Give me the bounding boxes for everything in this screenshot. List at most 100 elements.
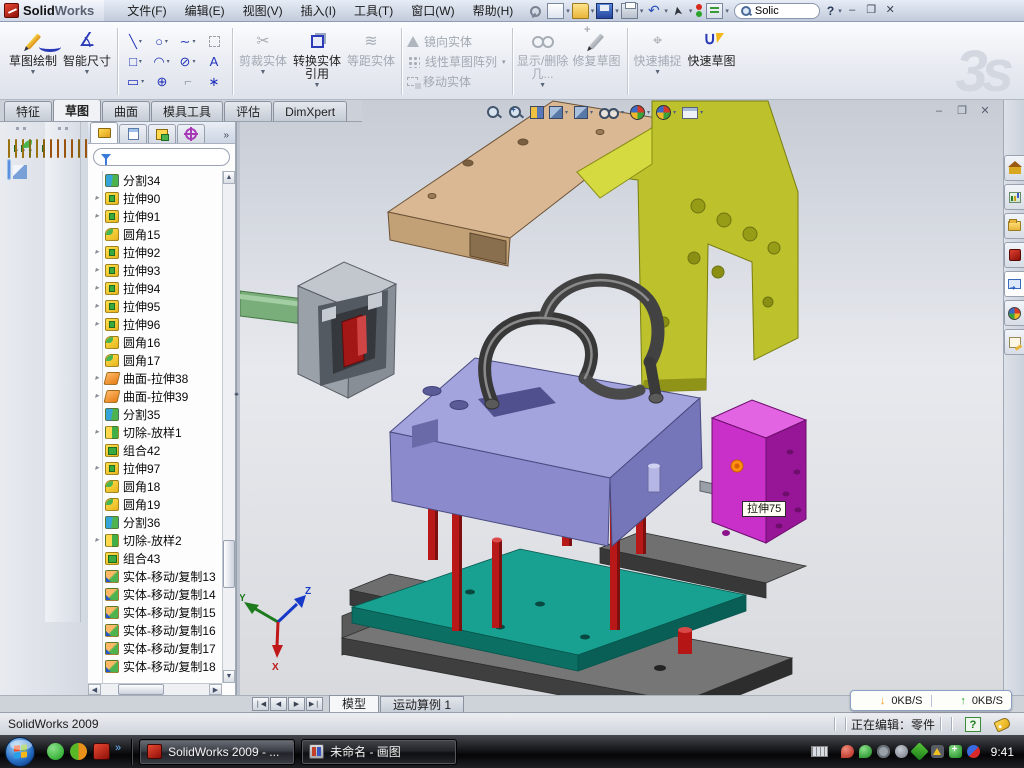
tray-settings-icon[interactable] bbox=[877, 745, 890, 758]
select-button[interactable]: ➤ bbox=[669, 1, 688, 21]
motion-study-tab[interactable]: 运动算例 1 bbox=[380, 696, 464, 712]
menu-insert[interactable]: 插入(I) bbox=[292, 0, 345, 21]
print-button[interactable] bbox=[621, 3, 638, 19]
quick-tips-button[interactable]: ? bbox=[965, 717, 981, 732]
section-view-button[interactable] bbox=[530, 106, 544, 119]
hide-show-items-button[interactable]: ▾ bbox=[599, 107, 625, 119]
tray-sync-icon[interactable] bbox=[967, 745, 980, 758]
tree-item[interactable]: 曲面-拉伸38 bbox=[88, 369, 222, 387]
undo-button[interactable]: ↶ bbox=[645, 3, 662, 19]
menu-edit[interactable]: 编辑(E) bbox=[176, 0, 234, 21]
move-entities-button[interactable]: 移动实体 bbox=[407, 73, 497, 90]
line-tool-button[interactable]: ╲▾ bbox=[123, 32, 149, 52]
first-tab-button[interactable]: ❘◀ bbox=[252, 697, 269, 711]
tree-item[interactable]: 拉伸92 bbox=[88, 243, 222, 261]
menu-file[interactable]: 文件(F) bbox=[118, 0, 175, 21]
quick-launch-solidworks-icon[interactable] bbox=[93, 743, 110, 760]
shell-tool-icon[interactable] bbox=[36, 139, 38, 158]
text-tool-button[interactable]: A bbox=[201, 52, 227, 72]
scroll-up-button[interactable]: ▲ bbox=[223, 171, 235, 184]
file-explorer-tab[interactable] bbox=[1004, 271, 1024, 297]
offset-entities-button[interactable]: ≋ 等距实体 bbox=[344, 24, 398, 99]
help-dropdown[interactable]: ▾ bbox=[838, 7, 842, 15]
polygon-tool-button[interactable]: ⊕ bbox=[149, 72, 175, 92]
tree-horizontal-scrollbar[interactable]: ◀ ▶ bbox=[88, 683, 222, 695]
tray-health-icon[interactable] bbox=[949, 745, 962, 758]
model-tab[interactable]: 模型 bbox=[329, 695, 379, 712]
view-settings-button[interactable]: ▾ bbox=[682, 107, 704, 119]
trim-entities-button[interactable]: ✂ 剪裁实体 ▼ bbox=[236, 24, 290, 99]
slot-tool-button[interactable]: ▭▾ bbox=[123, 72, 149, 92]
tree-item[interactable]: 圆角19 bbox=[88, 495, 222, 513]
tree-item[interactable]: 实体-移动/复制18 bbox=[88, 657, 222, 675]
open-button[interactable] bbox=[572, 3, 589, 19]
apply-scene-button[interactable]: ▾ bbox=[656, 105, 677, 120]
arc-tool-button[interactable]: ◠▾ bbox=[149, 52, 175, 72]
display-style-button[interactable]: ▾ bbox=[574, 106, 594, 119]
tree-item[interactable]: 实体-移动/复制14 bbox=[88, 585, 222, 603]
revolved-surface-tool-icon[interactable] bbox=[57, 139, 59, 158]
zoom-area-button[interactable]: + bbox=[508, 105, 525, 120]
input-method-icon[interactable] bbox=[811, 746, 828, 757]
menu-view[interactable]: 视图(V) bbox=[234, 0, 292, 21]
scroll-left-button[interactable]: ◀ bbox=[88, 684, 101, 695]
tree-item[interactable]: 拉伸94 bbox=[88, 279, 222, 297]
tree-item[interactable]: 分割34 bbox=[88, 171, 222, 189]
tab-evaluate[interactable]: 评估 bbox=[224, 101, 272, 121]
boundary-surface-tool-icon[interactable] bbox=[78, 139, 80, 158]
tree-item[interactable]: 实体-移动/复制15 bbox=[88, 603, 222, 621]
custom-properties-tab[interactable] bbox=[1004, 329, 1024, 355]
quick-snaps-button[interactable]: ⌖ 快速捕捉 ▼ bbox=[631, 24, 685, 99]
search-icon[interactable] bbox=[740, 5, 752, 17]
scroll-right-button[interactable]: ▶ bbox=[209, 684, 222, 695]
smart-dimension-dropdown[interactable]: ▼ bbox=[84, 69, 91, 77]
trim-dropdown[interactable]: ▼ bbox=[260, 69, 267, 77]
tree-item[interactable]: 拉伸96 bbox=[88, 315, 222, 333]
offset-surface-tool-icon[interactable] bbox=[85, 139, 87, 158]
tree-item[interactable]: 拉伸91 bbox=[88, 207, 222, 225]
tray-volume-icon[interactable] bbox=[895, 745, 908, 758]
tree-item[interactable]: 圆角18 bbox=[88, 477, 222, 495]
spline-tool-button[interactable]: ∼▾ bbox=[175, 32, 201, 52]
start-button[interactable] bbox=[5, 737, 35, 767]
graphics-viewport[interactable]: Y Z X + ▾ ▾ ▾ ▾ ▾ ▾ – ❐ ✕ 拉伸75 bbox=[240, 100, 1003, 695]
doc-restore-button[interactable]: ❐ bbox=[952, 104, 972, 119]
doc-minimize-button[interactable]: – bbox=[929, 104, 949, 119]
save-button[interactable] bbox=[596, 3, 613, 19]
taskbar-item-solidworks[interactable]: SolidWorks 2009 - ... bbox=[139, 739, 295, 765]
tree-item[interactable]: 圆角15 bbox=[88, 225, 222, 243]
search-input[interactable] bbox=[755, 5, 803, 17]
zoom-fit-button[interactable] bbox=[486, 105, 503, 120]
pattern-stack-dropdown[interactable]: ▾ bbox=[499, 24, 509, 99]
tree-item[interactable]: 切除-放样1 bbox=[88, 423, 222, 441]
tree-item[interactable]: 拉伸97 bbox=[88, 459, 222, 477]
tree-item[interactable]: 实体-移动/复制16 bbox=[88, 621, 222, 639]
new-dropdown[interactable]: ▾ bbox=[566, 7, 570, 15]
tree-item[interactable]: 实体-移动/复制13 bbox=[88, 567, 222, 585]
panel-splitter[interactable] bbox=[236, 122, 240, 695]
fillet-tool-icon[interactable] bbox=[22, 139, 24, 158]
point-tool-button[interactable]: ∗ bbox=[201, 72, 227, 92]
tab-sketch[interactable]: 草图 bbox=[53, 99, 101, 121]
tray-antivirus-icon[interactable] bbox=[859, 745, 872, 758]
taskbar-item-paint[interactable]: 未命名 - 画图 bbox=[301, 739, 457, 765]
chamfer-tool-icon[interactable] bbox=[29, 139, 31, 158]
hscroll-thumb[interactable] bbox=[118, 684, 164, 695]
select-dropdown[interactable]: ▾ bbox=[689, 7, 693, 15]
sketch-fillet-tool-button[interactable]: ⌐ bbox=[175, 72, 201, 92]
sketch-dropdown[interactable]: ▼ bbox=[30, 69, 37, 77]
tree-item[interactable]: 圆角16 bbox=[88, 333, 222, 351]
options-dropdown[interactable]: ▾ bbox=[725, 7, 729, 15]
rebuild-button[interactable] bbox=[694, 3, 704, 19]
tree-item[interactable]: 切除-放样2 bbox=[88, 531, 222, 549]
taskbar-clock[interactable]: 9:41 bbox=[991, 745, 1014, 759]
tree-item[interactable]: 组合43 bbox=[88, 549, 222, 567]
configuration-manager-tab[interactable] bbox=[148, 124, 176, 143]
convert-entities-button[interactable]: 转换实体引用 ▼ bbox=[290, 24, 344, 99]
side-block[interactable] bbox=[712, 400, 806, 543]
tree-item[interactable]: 实体-移动/复制17 bbox=[88, 639, 222, 657]
tree-item[interactable]: 拉伸95 bbox=[88, 297, 222, 315]
property-manager-tab[interactable] bbox=[119, 124, 147, 143]
tab-mold-tools[interactable]: 模具工具 bbox=[151, 101, 223, 121]
selection-box-tool-button[interactable] bbox=[201, 32, 227, 52]
